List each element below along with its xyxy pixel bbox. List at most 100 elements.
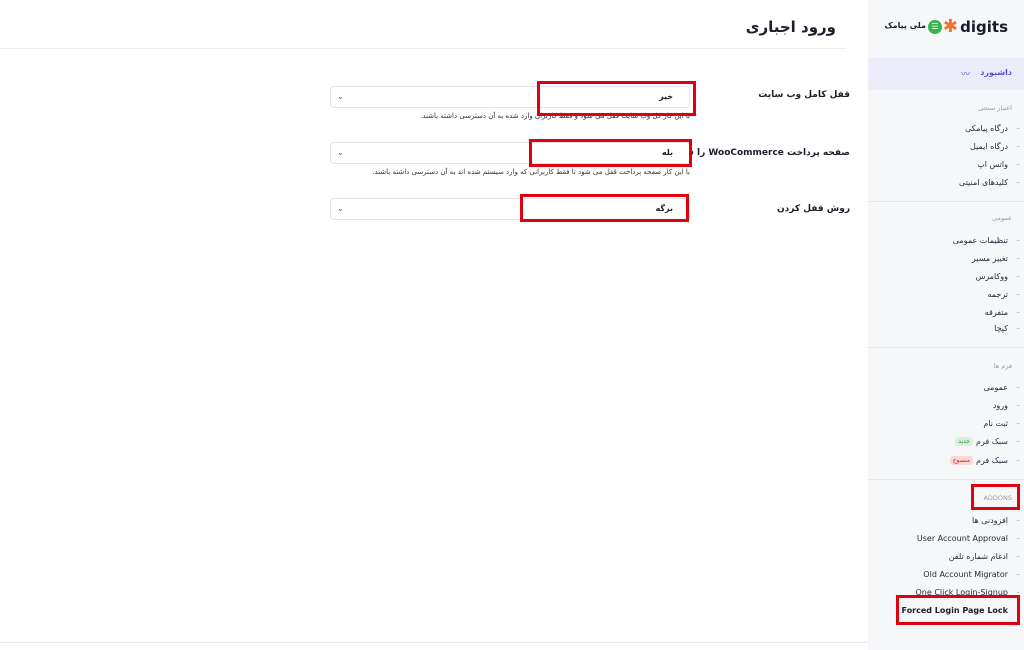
- setting-help: با این کار صفحه پرداخت قفل می شود تا فقط…: [372, 168, 690, 176]
- select-value: برگه: [655, 204, 673, 213]
- dash-icon: –: [1016, 534, 1021, 542]
- chevron-down-icon: ⌄: [337, 148, 344, 157]
- dash-icon: –: [1016, 236, 1021, 244]
- new-badge: جدید: [955, 437, 973, 446]
- setting-woocommerce-checkout-lock: صفحه پرداخت WooCommerce را قفل کنید بله …: [0, 142, 868, 192]
- sidebar-item-security-keys[interactable]: – کلیدهای امنیتی: [868, 176, 1024, 192]
- partner-name: ملی پیامک: [884, 21, 926, 30]
- sidebar-item-label: One Click Login-Signup: [915, 588, 1008, 597]
- sidebar-item-label: ترجمه: [987, 290, 1009, 299]
- select-value: بله: [661, 148, 673, 157]
- chevron-down-icon: ⌄: [337, 92, 344, 101]
- section-heading: عمومی: [992, 214, 1012, 222]
- sidebar-item-redirect[interactable]: – تغییر مسیر: [868, 252, 1024, 268]
- title-divider: [0, 48, 846, 49]
- sidebar-item-label: واتس اپ: [977, 160, 1008, 169]
- sidebar-item-label: Forced Login Page Lock: [901, 606, 1008, 615]
- dash-icon: –: [1016, 290, 1021, 298]
- sidebar: digits ✱ ☰ ملی پیامک داشبورد 〰 اعتبار سن…: [868, 0, 1024, 650]
- sidebar-item-label: ووکامرس: [975, 272, 1008, 281]
- sidebar-item-addons[interactable]: – افزودنی ها: [868, 514, 1024, 530]
- sidebar-item-whatsapp[interactable]: – واتس اپ: [868, 158, 1024, 174]
- sidebar-item-user-account-approval[interactable]: – User Account Approval: [868, 532, 1024, 548]
- sidebar-item-email-gateway[interactable]: – درگاه ایمیل: [868, 140, 1024, 156]
- dash-icon: –: [1016, 456, 1021, 464]
- dash-icon: –: [1016, 324, 1021, 332]
- dash-icon: –: [1016, 419, 1021, 427]
- brand-logo: digits ✱ ☰ ملی پیامک: [880, 16, 1010, 40]
- sidebar-item-label: Old Account Migrator: [923, 570, 1008, 579]
- full-site-lock-select[interactable]: خیر ⌄: [330, 86, 690, 108]
- sidebar-item-label: متفرقه: [984, 308, 1008, 317]
- sidebar-item-label: کپچا: [994, 324, 1008, 333]
- sidebar-item-one-click-login[interactable]: – One Click Login-Signup: [868, 586, 1024, 602]
- sidebar-item-label: افزودنی ها: [972, 516, 1008, 525]
- dash-icon: –: [1016, 254, 1021, 262]
- chat-bubble-icon: ☰: [928, 20, 942, 34]
- sidebar-item-label: ثبت نام: [983, 419, 1008, 428]
- sidebar-item-dashboard[interactable]: داشبورد 〰: [868, 58, 1024, 90]
- dash-icon: –: [1016, 552, 1021, 560]
- page-title: ورود اجباری: [745, 18, 836, 36]
- app-frame: ورود اجباری قفل کامل وب سایت خیر ⌄ با ای…: [0, 0, 1024, 650]
- sidebar-item-label: درگاه پیامکی: [965, 124, 1008, 133]
- sidebar-item-label: تنظیمات عمومی: [952, 236, 1008, 245]
- legacy-badge: منسوخ: [949, 456, 973, 465]
- sidebar-item-general-settings[interactable]: – تنظیمات عمومی: [868, 234, 1024, 250]
- setting-label: روش قفل کردن: [777, 204, 850, 214]
- setting-lock-method: روش قفل کردن برگه ⌄: [0, 198, 868, 248]
- dash-icon: –: [1016, 437, 1021, 445]
- sidebar-item-form-style-legacy[interactable]: – سبک فرممنسوخ: [868, 454, 1024, 470]
- select-value: خیر: [658, 92, 673, 101]
- asterisk-icon: ✱: [942, 16, 958, 37]
- setting-help: با این کار کل وب سایت قفل می شود و فقط ک…: [420, 112, 690, 120]
- sidebar-item-old-account-migrator[interactable]: – Old Account Migrator: [868, 568, 1024, 584]
- sidebar-item-label: داشبورد: [980, 68, 1012, 77]
- dash-icon: –: [1016, 401, 1021, 409]
- checkout-lock-select[interactable]: بله ⌄: [330, 142, 690, 164]
- sidebar-item-label: تغییر مسیر: [971, 254, 1008, 263]
- section-divider: [868, 479, 1024, 480]
- sidebar-item-sms-gateway[interactable]: – درگاه پیامکی: [868, 122, 1024, 138]
- chevron-down-icon: ⌄: [337, 204, 344, 213]
- brand-name: digits: [960, 18, 1008, 36]
- dash-icon: –: [1016, 308, 1021, 316]
- sidebar-item-label: User Account Approval: [916, 534, 1008, 543]
- main-content: ورود اجباری قفل کامل وب سایت خیر ⌄ با ای…: [0, 0, 868, 650]
- sidebar-item-forms-general[interactable]: – عمومی: [868, 381, 1024, 397]
- sidebar-item-label: کلیدهای امنیتی: [959, 178, 1008, 187]
- dash-icon: –: [1016, 272, 1021, 280]
- sidebar-item-captcha[interactable]: – کپچا: [868, 322, 1024, 338]
- sidebar-item-text: سبک فرم: [975, 456, 1008, 465]
- bottom-divider: [0, 642, 868, 643]
- dash-icon: –: [1016, 124, 1021, 132]
- sidebar-item-translation[interactable]: – ترجمه: [868, 288, 1024, 304]
- sidebar-item-login[interactable]: – ورود: [868, 399, 1024, 415]
- sidebar-item-woocommerce[interactable]: – ووکامرس: [868, 270, 1024, 286]
- dash-icon: –: [1016, 588, 1021, 596]
- dash-icon: –: [1016, 516, 1021, 524]
- section-divider: [868, 201, 1024, 202]
- section-heading: اعتبار سنجی: [978, 104, 1012, 112]
- sidebar-item-label: ورود: [992, 401, 1008, 410]
- sidebar-item-register[interactable]: – ثبت نام: [868, 417, 1024, 433]
- sidebar-item-label: سبک فرمجدید: [955, 437, 1008, 446]
- section-heading: فرم ها: [993, 362, 1012, 370]
- sidebar-item-label: درگاه ایمیل: [970, 142, 1008, 151]
- dash-icon: –: [1016, 178, 1021, 186]
- sidebar-item-label: عمومی: [983, 383, 1008, 392]
- sidebar-item-misc[interactable]: – متفرقه: [868, 306, 1024, 322]
- sidebar-item-phone-merge[interactable]: – ادغام شماره تلفن: [868, 550, 1024, 566]
- setting-label: قفل کامل وب سایت: [758, 90, 850, 100]
- sidebar-item-text: سبک فرم: [975, 437, 1008, 446]
- dash-icon: –: [1016, 383, 1021, 391]
- sidebar-item-label: سبک فرممنسوخ: [949, 456, 1008, 465]
- dash-icon: –: [1016, 142, 1021, 150]
- lock-method-select[interactable]: برگه ⌄: [330, 198, 690, 220]
- setting-full-site-lock: قفل کامل وب سایت خیر ⌄ با این کار کل وب …: [0, 86, 868, 136]
- sidebar-item-forced-login-page-lock[interactable]: – Forced Login Page Lock: [868, 604, 1024, 620]
- chart-wave-icon: 〰: [960, 70, 970, 80]
- sidebar-item-form-style-new[interactable]: – سبک فرمجدید: [868, 435, 1024, 451]
- dash-icon: –: [1016, 160, 1021, 168]
- dash-icon: –: [1016, 570, 1021, 578]
